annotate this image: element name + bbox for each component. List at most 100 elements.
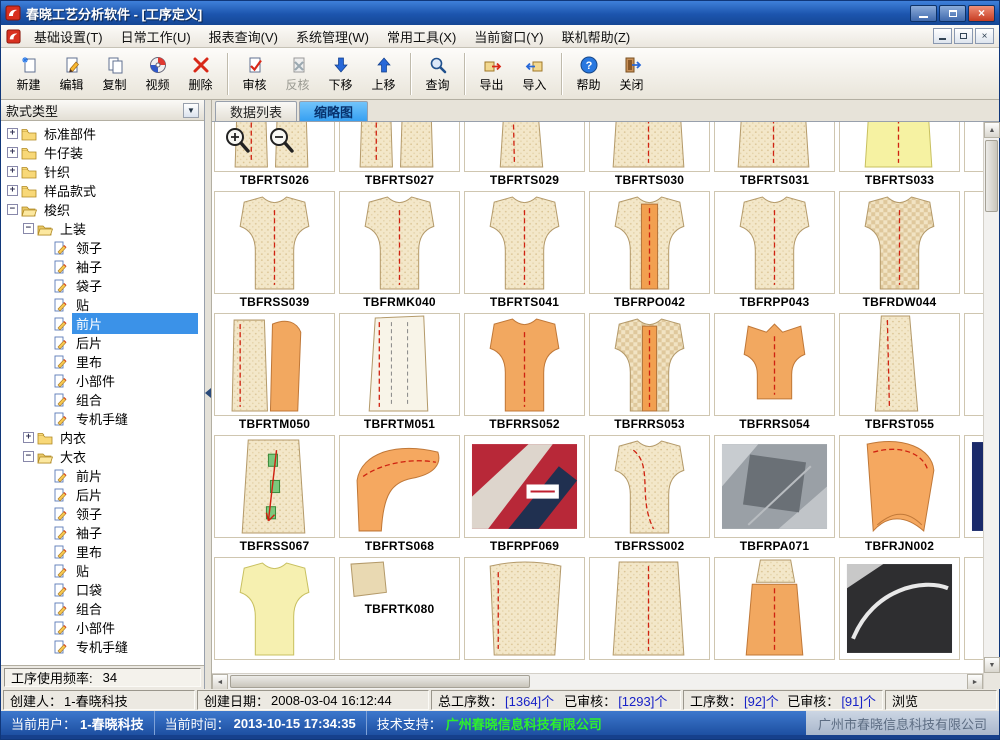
tree-item-15[interactable]: 专机手缝 xyxy=(3,409,204,428)
tree-item-9[interactable]: 贴 xyxy=(3,295,204,314)
new-button[interactable]: 新建 xyxy=(7,50,50,97)
thumbnail-item[interactable] xyxy=(964,557,983,673)
edit-button[interactable]: 编辑 xyxy=(50,50,93,97)
menu-item-6[interactable]: 联机帮助(Z) xyxy=(553,24,640,49)
export-button[interactable]: 导出 xyxy=(470,50,513,97)
thumbnail-item[interactable]: TBFRPA071 xyxy=(714,435,835,554)
thumbnail-item[interactable] xyxy=(964,122,983,188)
tree-item-20[interactable]: 领子 xyxy=(3,504,204,523)
tree-item-26[interactable]: 小部件 xyxy=(3,618,204,637)
collapse-arrow-icon[interactable] xyxy=(205,388,211,398)
thumbnail-item[interactable] xyxy=(964,313,983,432)
search-button[interactable]: 查询 xyxy=(416,50,459,97)
tree-item-22[interactable]: 里布 xyxy=(3,542,204,561)
thumbnail-item[interactable]: TBFRPO042 xyxy=(589,191,710,310)
thumbnail-item[interactable]: TBFRTS027 xyxy=(339,122,460,188)
up-button[interactable]: 上移 xyxy=(362,50,405,97)
menu-item-0[interactable]: 基础设置(T) xyxy=(25,24,112,49)
mdi-restore-button[interactable] xyxy=(954,28,973,44)
tree-item-8[interactable]: 袋子 xyxy=(3,276,204,295)
tree-item-7[interactable]: 袖子 xyxy=(3,257,204,276)
audit-button[interactable]: 审核 xyxy=(233,50,276,97)
tree-item-19[interactable]: 后片 xyxy=(3,485,204,504)
thumbnail-item[interactable]: TBFRTM050 xyxy=(214,313,335,432)
splitter[interactable] xyxy=(205,100,212,689)
zoom-in-icon[interactable] xyxy=(222,125,252,155)
menu-item-5[interactable]: 当前窗口(Y) xyxy=(465,24,552,49)
tree-item-6[interactable]: 领子 xyxy=(3,238,204,257)
thumbnail-item[interactable]: TBFRRS053 xyxy=(589,313,710,432)
import-button[interactable]: 导入 xyxy=(513,50,556,97)
tree-item-2[interactable]: +针织 xyxy=(3,162,204,181)
thumbnail-item[interactable]: TBFRMK040 xyxy=(339,191,460,310)
tree-item-18[interactable]: 前片 xyxy=(3,466,204,485)
tree-item-27[interactable]: 专机手缝 xyxy=(3,637,204,656)
expand-icon[interactable]: + xyxy=(7,166,18,177)
expand-icon[interactable]: + xyxy=(7,147,18,158)
delete-button[interactable]: 删除 xyxy=(179,50,222,97)
scroll-up-icon[interactable]: ▲ xyxy=(984,122,1000,138)
thumbnail-item[interactable]: TBFRRS052 xyxy=(464,313,585,432)
tree-item-16[interactable]: +内衣 xyxy=(3,428,204,447)
tree-item-10[interactable]: 前片 xyxy=(3,314,204,333)
thumbnail-item[interactable]: TBFRTS030 xyxy=(589,122,710,188)
tree-item-23[interactable]: 贴 xyxy=(3,561,204,580)
tab-0[interactable]: 数据列表 xyxy=(215,101,297,121)
thumbnail-item[interactable]: TBFRPP043 xyxy=(714,191,835,310)
menu-item-1[interactable]: 日常工作(U) xyxy=(112,24,200,49)
tree-item-11[interactable]: 后片 xyxy=(3,333,204,352)
maximize-button[interactable] xyxy=(939,5,966,22)
zoom-out-icon[interactable] xyxy=(266,125,296,155)
thumbnail-item[interactable]: TBFRDW044 xyxy=(839,191,960,310)
tree-item-4[interactable]: −梭织 xyxy=(3,200,204,219)
thumbnail-item[interactable] xyxy=(964,191,983,310)
thumbnail-item[interactable]: TBFRTS033 xyxy=(839,122,960,188)
tree-item-13[interactable]: 小部件 xyxy=(3,371,204,390)
mdi-close-button[interactable]: × xyxy=(975,28,994,44)
thumbnail-item[interactable]: TBFRST055 xyxy=(839,313,960,432)
minimize-button[interactable] xyxy=(910,5,937,22)
thumbnail-item[interactable]: TBFRSS002 xyxy=(589,435,710,554)
expand-icon[interactable]: + xyxy=(23,432,34,443)
tree-item-5[interactable]: −上装 xyxy=(3,219,204,238)
thumbnail-item[interactable] xyxy=(964,435,983,554)
thumbnail-item[interactable]: TBFRRS054 xyxy=(714,313,835,432)
tree-item-12[interactable]: 里布 xyxy=(3,352,204,371)
thumbnail-item[interactable] xyxy=(714,557,835,673)
thumbnail-item[interactable]: TBFRTS068 xyxy=(339,435,460,554)
tree-item-24[interactable]: 口袋 xyxy=(3,580,204,599)
tab-1[interactable]: 缩略图 xyxy=(299,101,368,121)
thumbnail-item[interactable] xyxy=(464,557,585,673)
tree-item-25[interactable]: 组合 xyxy=(3,599,204,618)
thumbnail-item[interactable]: TBFRJN002 xyxy=(839,435,960,554)
menu-item-3[interactable]: 系统管理(W) xyxy=(287,24,378,49)
tree-item-1[interactable]: +牛仔装 xyxy=(3,143,204,162)
thumbnail-item[interactable]: TBFRTS031 xyxy=(714,122,835,188)
horizontal-scrollbar[interactable]: ◄ ► xyxy=(212,673,983,689)
thumbnail-item[interactable] xyxy=(839,557,960,673)
thumbnail-item[interactable]: TBFRTK080 xyxy=(339,557,460,673)
horizontal-scroll-thumb[interactable] xyxy=(230,675,530,688)
vertical-scroll-thumb[interactable] xyxy=(985,140,998,212)
vertical-scrollbar[interactable]: ▲ ▼ xyxy=(983,122,999,689)
menu-item-4[interactable]: 常用工具(X) xyxy=(378,24,465,49)
tree-item-3[interactable]: +样品款式 xyxy=(3,181,204,200)
thumbnail-item[interactable]: TBFRPF069 xyxy=(464,435,585,554)
chevron-down-icon[interactable]: ▼ xyxy=(183,103,199,118)
tree-item-14[interactable]: 组合 xyxy=(3,390,204,409)
thumbnail-item[interactable]: TBFRSS067 xyxy=(214,435,335,554)
thumbnail-item[interactable]: TBFRSS039 xyxy=(214,191,335,310)
expand-icon[interactable]: + xyxy=(7,185,18,196)
close-button[interactable]: 关闭 xyxy=(610,50,653,97)
collapse-icon[interactable]: − xyxy=(23,451,34,462)
video-button[interactable]: 视频 xyxy=(136,50,179,97)
collapse-icon[interactable]: − xyxy=(7,204,18,215)
thumbnail-item[interactable]: TBFRTM051 xyxy=(339,313,460,432)
scroll-right-icon[interactable]: ► xyxy=(967,674,983,690)
thumbnail-item[interactable]: TBFRTS029 xyxy=(464,122,585,188)
expand-icon[interactable]: + xyxy=(7,128,18,139)
tree-item-21[interactable]: 袖子 xyxy=(3,523,204,542)
tree-item-0[interactable]: +标准部件 xyxy=(3,124,204,143)
thumbnail-item[interactable]: TBFRTS041 xyxy=(464,191,585,310)
mdi-minimize-button[interactable] xyxy=(933,28,952,44)
